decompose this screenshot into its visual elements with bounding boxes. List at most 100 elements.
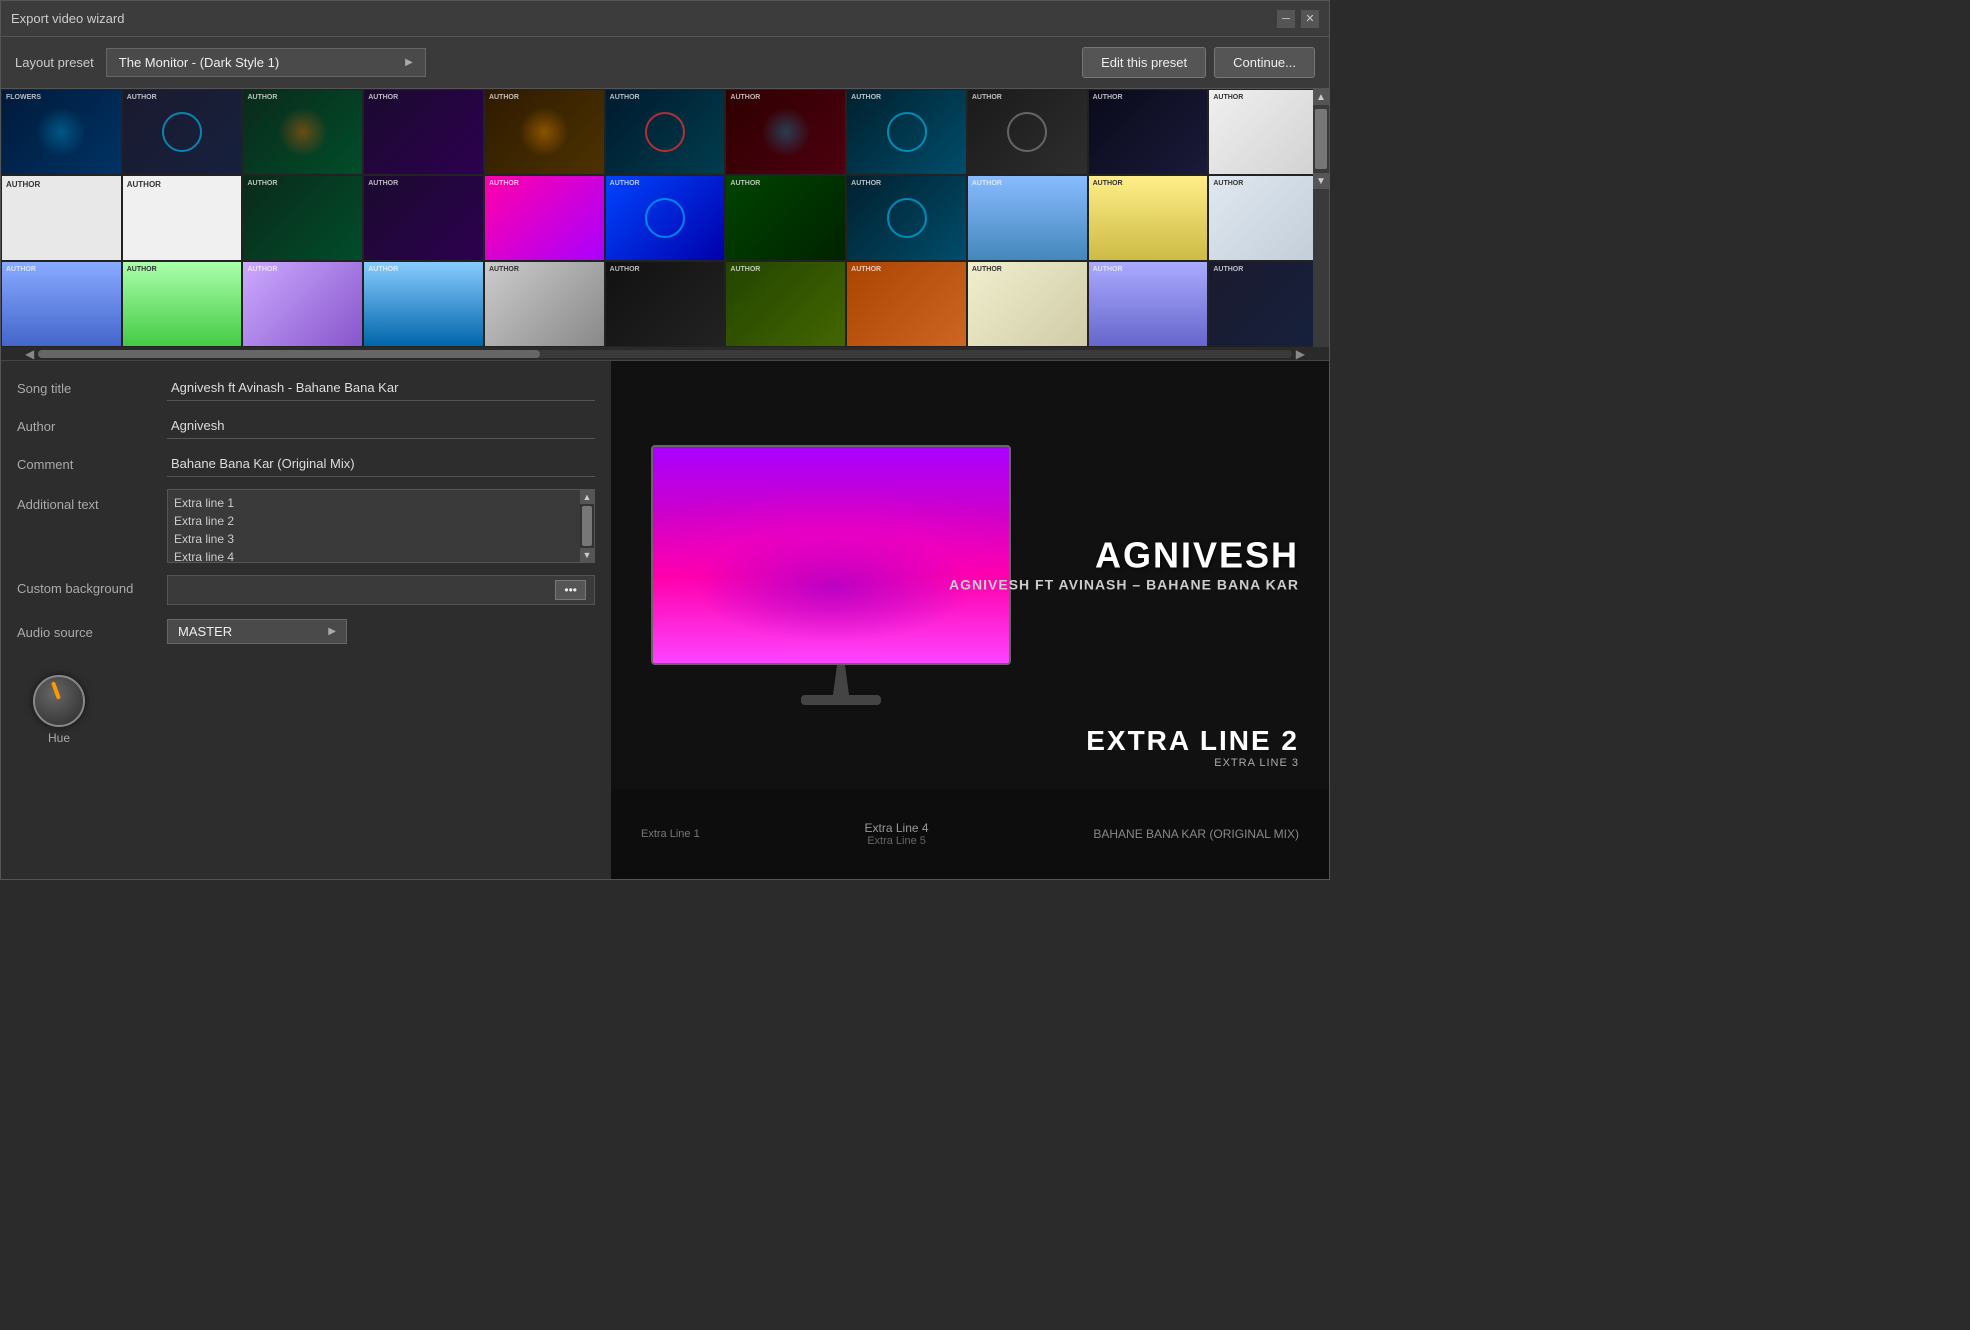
list-item[interactable]: AUTHOR bbox=[1, 175, 122, 261]
list-item[interactable]: AUTHOR bbox=[122, 175, 243, 261]
song-title-input[interactable] bbox=[167, 375, 595, 401]
author-label: Author bbox=[17, 413, 167, 434]
extra-line2-subtext: EXTRA LINE 3 bbox=[1086, 757, 1299, 769]
list-item: Extra line 2 bbox=[174, 512, 574, 530]
preview-song: AGNIVESH FT AVINASH – BAHANE BANA KAR bbox=[949, 576, 1299, 592]
list-item[interactable]: Author bbox=[242, 175, 363, 261]
list-item[interactable]: Author bbox=[242, 261, 363, 347]
list-item[interactable]: Author bbox=[605, 89, 726, 175]
list-item: Extra line 1 bbox=[174, 494, 574, 512]
list-item[interactable]: Author bbox=[725, 261, 846, 347]
extra-line2-text: EXTRA LINE 2 bbox=[1086, 725, 1299, 757]
list-item[interactable]: Author bbox=[363, 175, 484, 261]
audio-source-row: Audio source MASTER ▶ bbox=[17, 619, 595, 651]
monitor-base bbox=[801, 695, 881, 705]
thumbnail-scroll-area: Flowers Author Author Author Author bbox=[1, 89, 1329, 347]
scroll-up-arrow[interactable]: ▲ bbox=[1313, 89, 1329, 105]
horizontal-scrollbar: ◀ ▶ bbox=[1, 347, 1329, 361]
preview-comment: Bahane Bana Kar (Original Mix) bbox=[1093, 827, 1299, 841]
titlebar: Export video wizard ─ ✕ bbox=[1, 1, 1329, 37]
list-item[interactable]: Author bbox=[363, 261, 484, 347]
window-controls: ─ ✕ bbox=[1277, 10, 1319, 28]
list-item[interactable]: Author bbox=[122, 261, 243, 347]
scroll-thumb[interactable] bbox=[1315, 109, 1327, 169]
list-item[interactable]: Author bbox=[363, 89, 484, 175]
scroll-left-arrow[interactable]: ◀ bbox=[21, 347, 38, 361]
song-title-label: Song title bbox=[17, 375, 167, 396]
list-item[interactable]: Flowers bbox=[1, 89, 122, 175]
list-item[interactable]: Author bbox=[967, 89, 1088, 175]
list-item[interactable]: Author bbox=[122, 89, 243, 175]
at-scroll-thumb[interactable] bbox=[582, 506, 592, 546]
list-item[interactable]: Author bbox=[1208, 89, 1329, 175]
additional-text-content[interactable]: Extra line 1 Extra line 2 Extra line 3 E… bbox=[168, 490, 580, 562]
audio-source-label: Audio source bbox=[17, 619, 167, 640]
at-scroll-down[interactable]: ▼ bbox=[580, 548, 594, 562]
preview-bottom-center: Extra Line 4 Extra Line 5 bbox=[865, 821, 929, 847]
window-title: Export video wizard bbox=[11, 11, 124, 26]
list-item[interactable]: Author bbox=[846, 261, 967, 347]
h-scroll-track[interactable] bbox=[38, 350, 1292, 358]
author-row: Author bbox=[17, 413, 595, 445]
audio-source-value: MASTER bbox=[178, 624, 232, 639]
list-item[interactable]: Author bbox=[1208, 261, 1329, 347]
list-item[interactable]: Author bbox=[242, 89, 363, 175]
comment-input[interactable] bbox=[167, 451, 595, 477]
scroll-right-arrow[interactable]: ▶ bbox=[1292, 347, 1309, 361]
thumbnail-row-2: AUTHOR AUTHOR Author Author Author Autho… bbox=[1, 175, 1329, 261]
list-item[interactable]: Author bbox=[1088, 89, 1209, 175]
preview-panel: AGNIVESH AGNIVESH FT AVINASH – BAHANE BA… bbox=[611, 361, 1329, 879]
list-item: Extra line 4 bbox=[174, 548, 574, 562]
custom-bg-label: Custom background bbox=[17, 575, 167, 596]
preview-author: AGNIVESH bbox=[949, 534, 1299, 576]
list-item[interactable]: Author bbox=[725, 175, 846, 261]
list-item[interactable]: Author bbox=[605, 175, 726, 261]
list-item[interactable]: Author bbox=[1088, 175, 1209, 261]
list-item[interactable]: Author bbox=[846, 89, 967, 175]
preview-text-block: AGNIVESH AGNIVESH FT AVINASH – BAHANE BA… bbox=[949, 534, 1299, 592]
list-item[interactable]: Author bbox=[484, 175, 605, 261]
list-item[interactable]: Author bbox=[484, 261, 605, 347]
edit-preset-button[interactable]: Edit this preset bbox=[1082, 47, 1206, 78]
list-item[interactable]: Author bbox=[725, 89, 846, 175]
form-panel: Song title Author Comment Additional tex… bbox=[1, 361, 611, 879]
layout-preset-label: Layout preset bbox=[15, 55, 94, 70]
comment-row: Comment bbox=[17, 451, 595, 483]
layout-preset-row: Layout preset The Monitor - (Dark Style … bbox=[15, 48, 426, 77]
list-item[interactable]: Author bbox=[1, 261, 122, 347]
minimize-icon: ─ bbox=[1282, 13, 1290, 25]
preset-dropdown[interactable]: The Monitor - (Dark Style 1) ▶ bbox=[106, 48, 426, 77]
chevron-right-icon: ▶ bbox=[405, 57, 413, 68]
audio-source-dropdown[interactable]: MASTER ▶ bbox=[167, 619, 347, 644]
list-item[interactable]: Author bbox=[1208, 175, 1329, 261]
h-scroll-thumb bbox=[38, 350, 539, 358]
preview-extra-line5: Extra Line 5 bbox=[865, 835, 929, 847]
main-content: Song title Author Comment Additional tex… bbox=[1, 361, 1329, 879]
list-item[interactable]: Author bbox=[605, 261, 726, 347]
preview-inner: AGNIVESH AGNIVESH FT AVINASH – BAHANE BA… bbox=[611, 361, 1329, 879]
song-title-row: Song title bbox=[17, 375, 595, 407]
additional-text-scrollbar: ▲ ▼ bbox=[580, 490, 594, 562]
header-buttons: Edit this preset Continue... bbox=[1082, 47, 1315, 78]
continue-button[interactable]: Continue... bbox=[1214, 47, 1315, 78]
preview-top: AGNIVESH AGNIVESH FT AVINASH – BAHANE BA… bbox=[611, 361, 1329, 789]
at-scroll-up[interactable]: ▲ bbox=[580, 490, 594, 504]
hue-section: Hue bbox=[17, 675, 595, 745]
list-item[interactable]: Author bbox=[967, 175, 1088, 261]
preview-extra-line2: EXTRA LINE 2 EXTRA LINE 3 bbox=[1086, 725, 1299, 769]
minimize-button[interactable]: ─ bbox=[1277, 10, 1295, 28]
list-item[interactable]: Author bbox=[1088, 261, 1209, 347]
preview-bottom: Extra Line 1 Extra Line 4 Extra Line 5 B… bbox=[611, 789, 1329, 879]
main-window: Export video wizard ─ ✕ Layout preset Th… bbox=[0, 0, 1330, 880]
list-item[interactable]: Author bbox=[846, 175, 967, 261]
close-button[interactable]: ✕ bbox=[1301, 10, 1319, 28]
custom-bg-dots-button[interactable]: ••• bbox=[555, 580, 586, 600]
preview-extra-line1: Extra Line 1 bbox=[641, 828, 700, 840]
list-item[interactable]: Author bbox=[967, 261, 1088, 347]
list-item[interactable]: Author bbox=[484, 89, 605, 175]
scroll-down-arrow[interactable]: ▼ bbox=[1313, 173, 1329, 189]
author-input[interactable] bbox=[167, 413, 595, 439]
hue-knob[interactable] bbox=[33, 675, 85, 727]
thumbnail-row-1: Flowers Author Author Author Author bbox=[1, 89, 1329, 175]
chevron-right-icon: ▶ bbox=[328, 626, 336, 637]
